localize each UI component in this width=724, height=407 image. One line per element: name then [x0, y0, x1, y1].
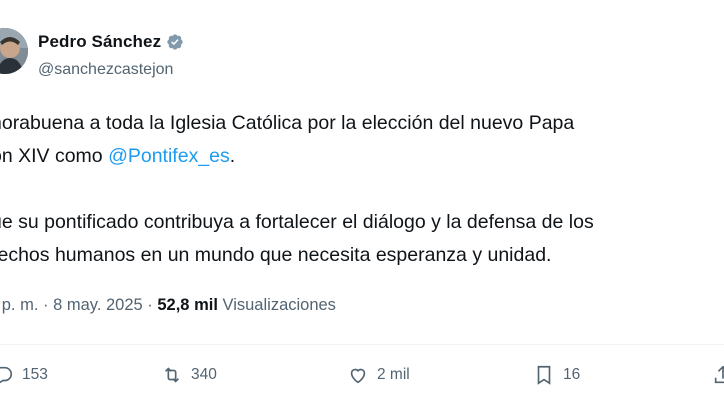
action-bar: 153 340 2 mil 16 — [0, 364, 724, 394]
avatar[interactable] — [0, 28, 28, 74]
heart-icon — [350, 368, 366, 384]
bookmark-button[interactable]: 16 — [533, 364, 580, 386]
views-label[interactable]: Visualizaciones — [218, 296, 336, 314]
author-name[interactable]: Pedro Sánchez — [38, 32, 161, 52]
meta-separator: · — [38, 296, 54, 314]
post-text: horabuena a toda la Iglesia Católica por… — [0, 107, 724, 272]
avatar-image — [0, 28, 28, 74]
share-icon — [714, 365, 724, 384]
like-count: 2 mil — [377, 366, 410, 383]
verified-badge-icon[interactable] — [166, 33, 184, 51]
post-line: rechos humanos en un mundo que necesita … — [0, 244, 552, 266]
views-count[interactable]: 52,8 mil — [157, 296, 218, 314]
author-handle[interactable]: @sanchezcastejon — [38, 61, 173, 79]
like-button[interactable]: 2 mil — [347, 364, 410, 386]
reply-button[interactable]: 153 — [0, 364, 48, 386]
post-line: ón XIV como — [0, 145, 109, 167]
divider — [0, 344, 724, 345]
repost-button[interactable]: 340 — [161, 364, 217, 386]
reply-icon — [0, 366, 13, 384]
meta-separator: · — [142, 296, 158, 314]
author-row: Pedro Sánchez — [38, 32, 184, 52]
post-time[interactable]: 1 p. m. — [0, 296, 38, 314]
repost-icon — [164, 367, 180, 383]
bookmark-icon — [537, 365, 551, 385]
post-punctuation: . — [229, 145, 236, 167]
post-line: ue su pontificado contribuya a fortalece… — [0, 211, 594, 233]
share-button[interactable] — [712, 364, 724, 386]
bookmark-count: 16 — [563, 366, 581, 383]
post-meta: 1 p. m. · 8 may. 2025 · 52,8 mil Visuali… — [0, 296, 336, 315]
reply-count: 153 — [22, 366, 48, 383]
repost-count: 340 — [191, 366, 217, 383]
post-line: horabuena a toda la Iglesia Católica por… — [0, 112, 575, 134]
post-paragraph-2: ue su pontificado contribuya a fortalece… — [0, 206, 724, 272]
post-paragraph-1: horabuena a toda la Iglesia Católica por… — [0, 107, 724, 173]
post-date[interactable]: 8 may. 2025 — [53, 296, 143, 314]
mention-link[interactable]: @Pontifex_es — [108, 145, 230, 167]
